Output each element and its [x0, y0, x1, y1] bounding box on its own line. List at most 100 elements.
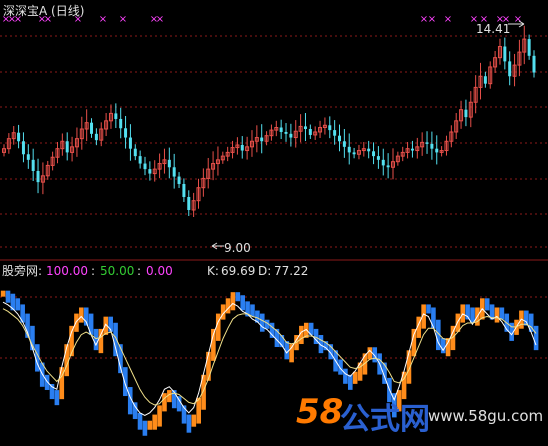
candle-body-down — [240, 144, 244, 151]
candle-body-down — [94, 133, 98, 141]
candle-body-down — [148, 169, 152, 174]
k-bar-down — [44, 374, 50, 390]
candle-body-down — [376, 156, 380, 160]
indicator-param-3: 0.00 — [146, 264, 173, 278]
candle-body-down — [483, 76, 487, 84]
candle-body-down — [138, 156, 142, 164]
candle-body-down — [182, 183, 186, 197]
main-panel-title: 深深宝A (日线) — [3, 4, 85, 18]
k-bar-down — [240, 295, 246, 311]
signal-marker: × — [428, 14, 436, 25]
k-bar-down — [347, 374, 353, 390]
k-bar-up — [352, 371, 358, 384]
k-bar-up — [191, 414, 197, 427]
candle-body-down — [430, 143, 434, 149]
candle-body-down — [21, 141, 25, 155]
k-bar-up — [0, 290, 6, 297]
candle-body-down — [328, 125, 332, 131]
k-bar-down — [269, 322, 275, 338]
candle-body-down — [381, 159, 385, 166]
d-label: D: — [258, 264, 272, 278]
k-bar-down — [5, 290, 11, 303]
candle-body-down — [352, 152, 356, 155]
signal-marker: × — [514, 14, 522, 25]
candle-body-down — [128, 137, 132, 149]
k-bar-down — [499, 307, 505, 320]
candle-body-down — [338, 135, 342, 142]
indicator-sep-2: : — [91, 264, 96, 278]
chart-canvas[interactable]: ××× ×× × × × ×× × × × × × ×× × — [0, 0, 548, 446]
candle-body-down — [119, 118, 123, 129]
candle-body-down — [333, 130, 337, 136]
signal-marker: × — [99, 14, 107, 25]
extreme-markers — [211, 20, 525, 250]
k-bar-up — [152, 414, 157, 430]
low-price-label: 9.00 — [224, 241, 251, 255]
k-bar-up — [157, 405, 162, 427]
candle-body-down — [386, 165, 390, 168]
candle-body-down — [527, 39, 531, 56]
indicator-param-1: 100.00 — [46, 264, 88, 278]
candle-body-down — [342, 141, 346, 147]
indicator-sep-1: : — [38, 264, 43, 278]
k-bar-down — [142, 420, 148, 436]
k-bar-up — [215, 313, 221, 341]
candle-body-down — [464, 109, 468, 118]
k-label: K: — [207, 264, 219, 278]
k-bar-down — [123, 367, 128, 397]
signal-marker: × — [444, 14, 452, 25]
candle-body-down — [172, 167, 176, 177]
d-value: 77.22 — [274, 264, 309, 278]
candle-body-down — [503, 46, 507, 62]
k-bar-up — [206, 351, 211, 381]
indicator-name: 股旁网 — [2, 264, 39, 278]
candle-body-down — [279, 127, 283, 132]
k-bar-down — [250, 304, 255, 317]
k-bar-down — [113, 322, 118, 357]
indicator-param-2: 50.00 — [100, 264, 135, 278]
watermark-brand-number: 58 — [296, 392, 344, 432]
k-bar-up — [367, 347, 373, 360]
k-bar-up — [225, 298, 231, 314]
candle-body-down — [435, 148, 439, 153]
k-bar-down — [259, 313, 265, 332]
candle-body-down — [532, 55, 536, 73]
k-bar-up — [98, 328, 104, 354]
candle-body-down — [289, 133, 293, 138]
k-bar-down — [343, 368, 348, 384]
candle-body-down — [425, 142, 429, 144]
k-bar-up — [230, 292, 236, 311]
candle-body-down — [410, 148, 414, 151]
k-bar-down — [484, 298, 490, 311]
k-bar-up — [494, 307, 500, 323]
k-bar-down — [470, 307, 475, 323]
k-bar-down — [132, 402, 138, 420]
candle-body-down — [90, 122, 94, 134]
signal-marker: × — [119, 14, 127, 25]
candle-body-down — [187, 196, 191, 210]
k-bar-down — [15, 298, 21, 311]
k-bar-down — [186, 414, 192, 433]
indicator-sep-3: : — [137, 264, 142, 278]
candle-body-down — [133, 148, 137, 157]
k-bar-down — [524, 310, 529, 326]
candle-body-down — [31, 159, 35, 171]
k-bar-down — [235, 292, 241, 302]
candle-body-down — [177, 176, 181, 184]
high-price-label: 14.41 — [476, 22, 511, 36]
k-value: 69.69 — [221, 264, 256, 278]
k-bar-down — [137, 413, 143, 430]
k-bar-up — [445, 338, 451, 357]
k-bar-down — [426, 304, 431, 314]
k-bar-down — [372, 347, 378, 363]
stock-chart-window: × × × × × × × × × × × × × × × × × × 深深宝A (日线) 14.41 9.00 … — [0, 0, 548, 446]
signal-marker: × — [156, 14, 164, 25]
k-bar-up — [411, 328, 417, 357]
watermark-url: www.58gu.com — [428, 407, 544, 425]
candle-body-down — [508, 61, 512, 77]
candle-body-down — [367, 148, 371, 152]
k-bar-up — [162, 393, 167, 412]
candle-body-down — [303, 126, 307, 129]
candle-body-down — [26, 154, 30, 160]
candle-body-down — [143, 163, 147, 170]
